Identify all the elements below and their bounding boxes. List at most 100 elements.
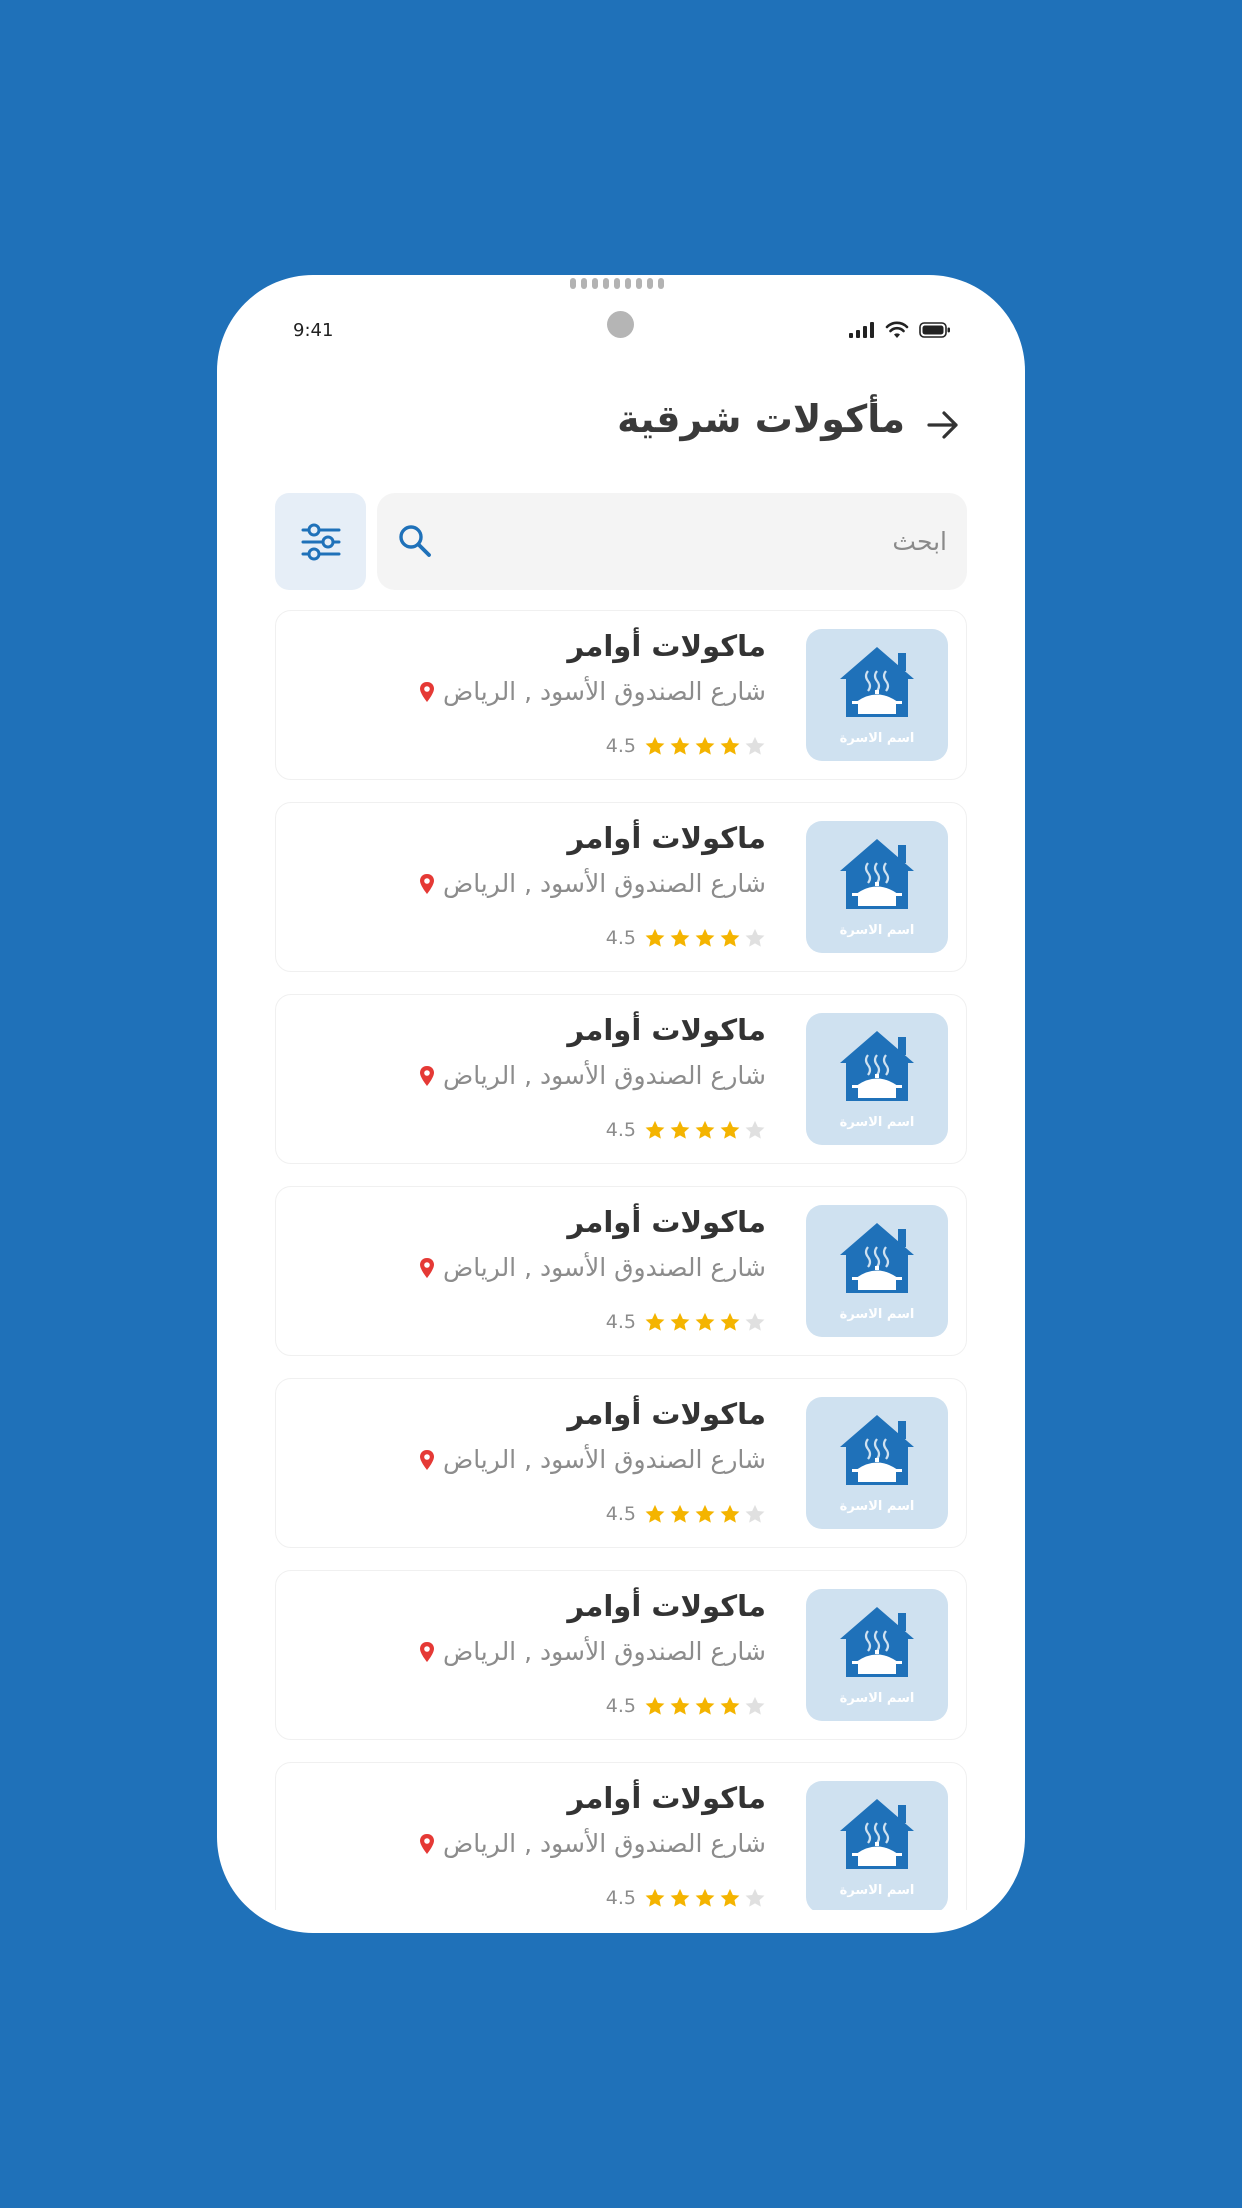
star-rating (644, 928, 766, 949)
rating-value: 4.5 (605, 1119, 636, 1141)
star-empty-icon (745, 1888, 765, 1907)
rating-value: 4.5 (605, 1503, 636, 1525)
listing-address: شارع الصندوق الأسود , الرياض (419, 1445, 766, 1474)
listing-thumbnail: اسم الاسرة (806, 821, 948, 953)
listing-name: ماكولات أوامر (567, 1013, 766, 1047)
star-filled-icon (670, 928, 690, 947)
location-pin-icon (419, 681, 434, 702)
listing-list: اسم الاسرة ماكولات أوامر شارع الصندوق الأس… (275, 610, 967, 1910)
star-filled-icon (720, 1696, 740, 1715)
star-empty-icon (745, 928, 765, 947)
listing-address: شارع الصندوق الأسود , الرياض (419, 677, 766, 706)
star-empty-icon (745, 736, 765, 755)
star-rating (644, 1888, 766, 1909)
listing-rating: 4.5 (606, 1695, 766, 1717)
listing-rating: 4.5 (606, 1311, 766, 1333)
listing-address: شارع الصندوق الأسود , الرياض (419, 869, 766, 898)
thumbnail-label: اسم الاسرة (839, 1883, 915, 1898)
location-pin-icon (419, 1257, 434, 1278)
search-icon[interactable] (397, 523, 433, 559)
thumbnail-label: اسم الاسرة (839, 731, 915, 746)
rating-value: 4.5 (605, 1311, 636, 1333)
listing-rating: 4.5 (606, 735, 766, 757)
star-filled-icon (695, 1696, 715, 1715)
listing-rating: 4.5 (606, 1887, 766, 1909)
listing-card[interactable]: اسم الاسرة ماكولات أوامر شارع الصندوق الأس… (275, 1570, 967, 1740)
thumbnail-label: اسم الاسرة (839, 1499, 915, 1514)
listing-thumbnail: اسم الاسرة (806, 1397, 948, 1529)
thumbnail-label: اسم الاسرة (839, 1691, 915, 1706)
listing-card[interactable]: اسم الاسرة ماكولات أوامر شارع الصندوق الأس… (275, 1378, 967, 1548)
star-filled-icon (720, 1120, 740, 1139)
listing-card[interactable]: اسم الاسرة ماكولات أوامر شارع الصندوق الأس… (275, 1186, 967, 1356)
status-time: 9:41 (293, 320, 334, 341)
rating-value: 4.5 (605, 1887, 636, 1909)
listing-thumbnail: اسم الاسرة (806, 1781, 948, 1910)
star-filled-icon (670, 1312, 690, 1331)
star-filled-icon (695, 928, 715, 947)
star-filled-icon (695, 1888, 715, 1907)
sliders-icon (301, 523, 340, 560)
listing-name: ماكولات أوامر (567, 1589, 766, 1623)
location-pin-icon (419, 1641, 434, 1662)
search-box (377, 493, 967, 590)
star-filled-icon (670, 1504, 690, 1523)
listing-name: ماكولات أوامر (567, 1205, 766, 1239)
address-text: شارع الصندوق الأسود , الرياض (442, 1829, 766, 1858)
star-filled-icon (670, 1120, 690, 1139)
listing-name: ماكولات أوامر (567, 629, 766, 663)
header: مأكولات شرقية (217, 389, 1025, 459)
signal-icon (849, 322, 874, 338)
listing-name: ماكولات أوامر (567, 821, 766, 855)
location-pin-icon (419, 1833, 434, 1854)
rating-value: 4.5 (605, 1695, 636, 1717)
address-text: شارع الصندوق الأسود , الرياض (442, 1253, 766, 1282)
listing-rating: 4.5 (606, 927, 766, 949)
listing-address: شارع الصندوق الأسود , الرياض (419, 1253, 766, 1282)
listing-name: ماكولات أوامر (567, 1781, 766, 1815)
search-row (275, 493, 967, 590)
address-text: شارع الصندوق الأسود , الرياض (442, 869, 766, 898)
thumbnail-label: اسم الاسرة (839, 1307, 915, 1322)
star-filled-icon (720, 1312, 740, 1331)
star-filled-icon (670, 736, 690, 755)
star-rating (644, 1120, 766, 1141)
star-empty-icon (745, 1312, 765, 1331)
battery-icon (919, 322, 950, 338)
listing-thumbnail: اسم الاسرة (806, 629, 948, 761)
page-title: مأكولات شرقية (617, 397, 905, 441)
listing-rating: 4.5 (606, 1503, 766, 1525)
phone-frame: 9:41 مأكولات شرقية ابحث اسم الاسرة ماكول… (217, 275, 1025, 1933)
camera (607, 311, 634, 338)
star-empty-icon (745, 1120, 765, 1139)
star-filled-icon (645, 1312, 665, 1331)
location-pin-icon (419, 873, 434, 894)
listing-name: ماكولات أوامر (567, 1397, 766, 1431)
star-rating (644, 1312, 766, 1333)
filter-button[interactable] (275, 493, 366, 590)
search-input[interactable] (447, 493, 947, 590)
location-pin-icon (419, 1449, 434, 1470)
listing-thumbnail: اسم الاسرة (806, 1205, 948, 1337)
address-text: شارع الصندوق الأسود , الرياض (442, 1061, 766, 1090)
listing-card[interactable]: اسم الاسرة ماكولات أوامر شارع الصندوق الأس… (275, 1762, 967, 1910)
thumbnail-label: اسم الاسرة (839, 923, 915, 938)
wifi-icon (885, 321, 909, 338)
star-filled-icon (720, 736, 740, 755)
address-text: شارع الصندوق الأسود , الرياض (442, 1637, 766, 1666)
star-filled-icon (645, 1696, 665, 1715)
listing-card[interactable]: اسم الاسرة ماكولات أوامر شارع الصندوق الأس… (275, 610, 967, 780)
listing-card[interactable]: اسم الاسرة ماكولات أوامر شارع الصندوق الأس… (275, 994, 967, 1164)
listing-thumbnail: اسم الاسرة (806, 1013, 948, 1145)
thumbnail-label: اسم الاسرة (839, 1115, 915, 1130)
rating-value: 4.5 (605, 735, 636, 757)
listing-address: شارع الصندوق الأسود , الرياض (419, 1637, 766, 1666)
star-filled-icon (720, 1504, 740, 1523)
star-filled-icon (720, 928, 740, 947)
arrow-right-icon[interactable] (925, 407, 961, 443)
listing-card[interactable]: اسم الاسرة ماكولات أوامر شارع الصندوق الأس… (275, 802, 967, 972)
star-filled-icon (670, 1696, 690, 1715)
rating-value: 4.5 (605, 927, 636, 949)
star-filled-icon (695, 1120, 715, 1139)
star-filled-icon (670, 1888, 690, 1907)
